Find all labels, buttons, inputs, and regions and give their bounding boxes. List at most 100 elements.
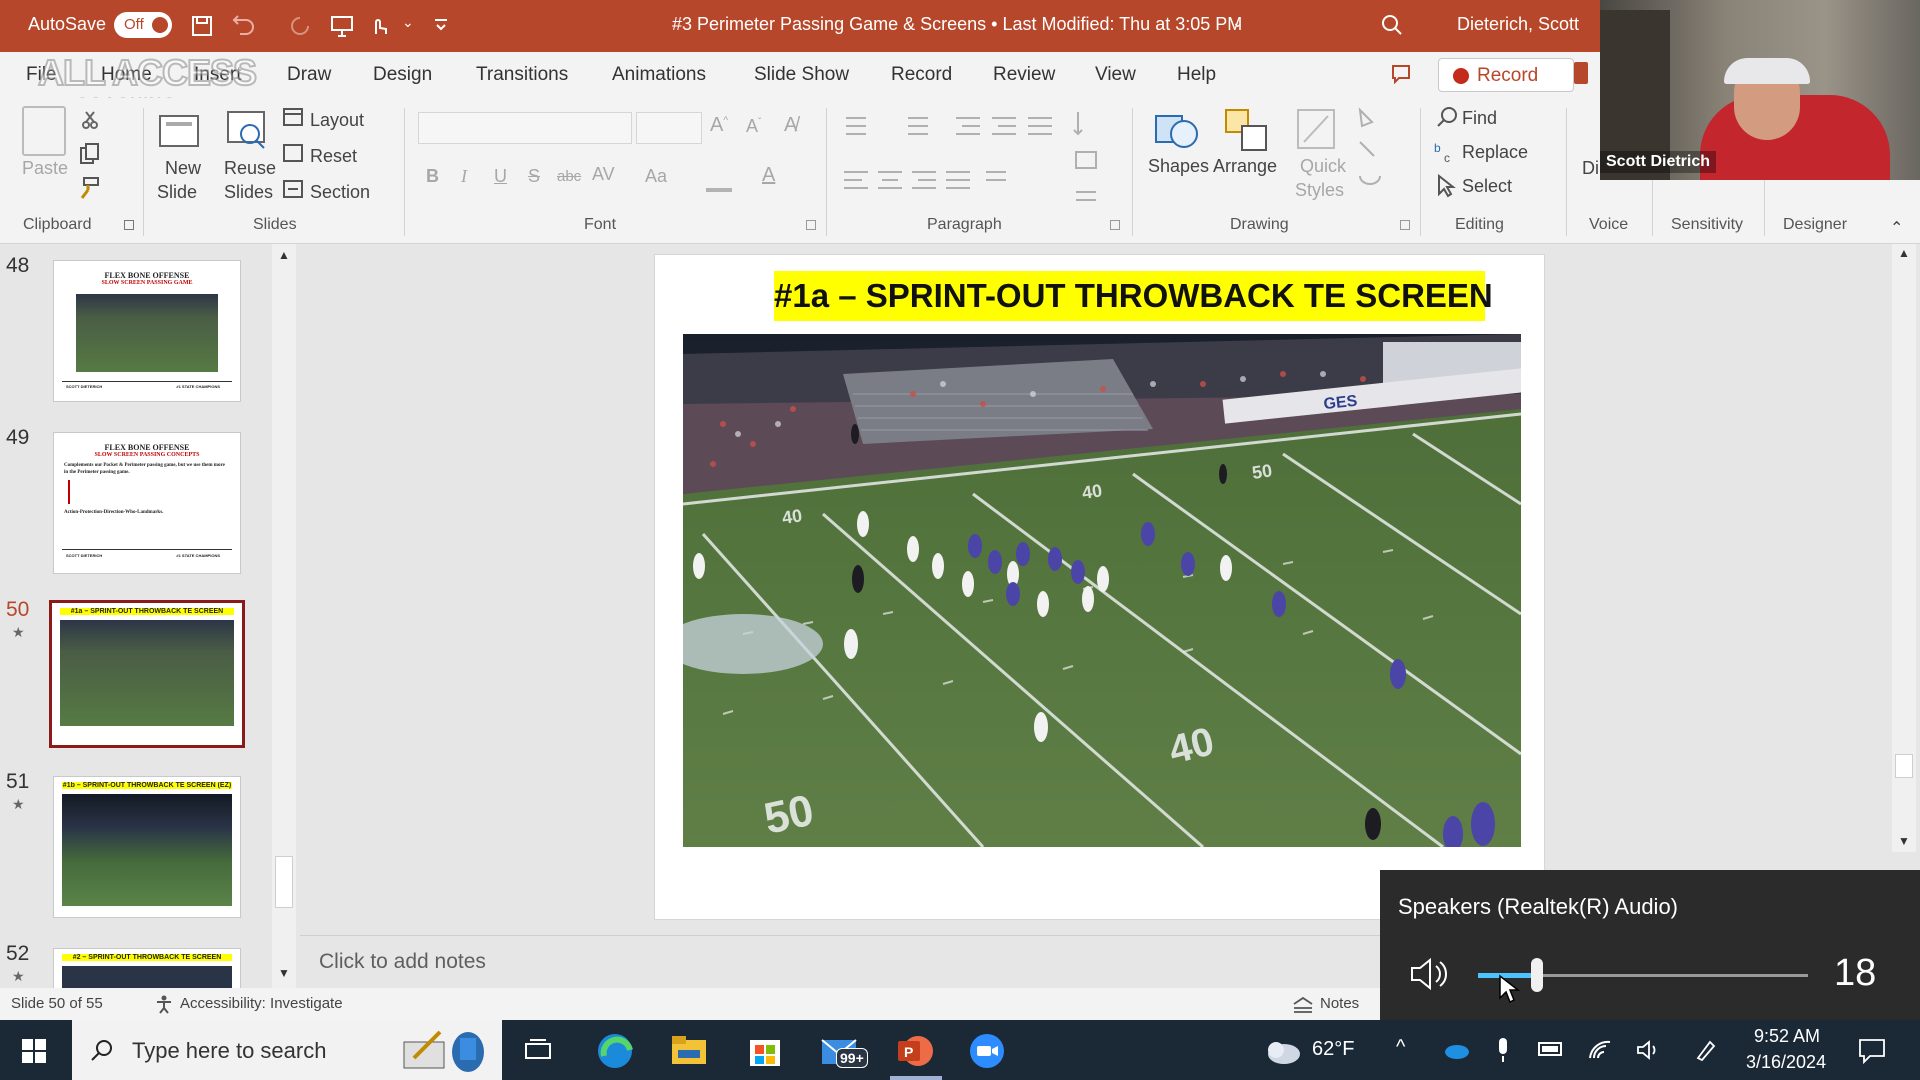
slide-title[interactable]: #1a – SPRINT-OUT THROWBACK TE SCREEN xyxy=(774,271,1493,321)
shape-fill-outline-effects-icon[interactable] xyxy=(1354,104,1394,204)
quick-styles-icon[interactable] xyxy=(1294,106,1340,154)
undo-icon[interactable] xyxy=(232,14,256,38)
accessibility-icon[interactable] xyxy=(154,994,174,1014)
accessibility-status[interactable]: Accessibility: Investigate xyxy=(180,995,343,1012)
reset-icon[interactable] xyxy=(283,144,303,162)
layout-icon[interactable] xyxy=(283,108,303,126)
tab-slide-show[interactable]: Slide Show xyxy=(754,64,849,86)
volume-icon[interactable] xyxy=(1636,1038,1664,1062)
share-icon[interactable] xyxy=(1574,62,1588,84)
file-explorer-icon[interactable] xyxy=(670,1032,708,1070)
font-name-dropdown[interactable] xyxy=(418,112,632,144)
clock-time[interactable]: 9:52 AM xyxy=(1754,1026,1820,1047)
slide-thumbnail-48[interactable]: FLEX BONE OFFENSE SLOW SCREEN PASSING GA… xyxy=(53,260,241,402)
format-painter-icon[interactable] xyxy=(78,176,102,200)
tab-help[interactable]: Help xyxy=(1177,64,1216,86)
change-case-button[interactable]: Aa xyxy=(645,166,667,187)
scroll-up-icon[interactable]: ▲ xyxy=(278,248,290,262)
speaker-icon[interactable] xyxy=(1408,956,1448,992)
paste-button[interactable]: Paste xyxy=(22,158,68,179)
network-icon[interactable] xyxy=(1588,1038,1612,1062)
dialog-launcher-icon[interactable] xyxy=(124,220,134,230)
shapes-button[interactable]: Shapes xyxy=(1148,156,1209,177)
copy-icon[interactable] xyxy=(78,142,102,166)
character-spacing-button[interactable]: AV xyxy=(592,164,615,185)
tab-draw[interactable]: Draw xyxy=(287,64,331,86)
user-name[interactable]: Dieterich, Scott xyxy=(1457,14,1579,35)
notes-placeholder[interactable]: Click to add notes xyxy=(319,950,486,974)
highlight-color-icon[interactable] xyxy=(706,188,732,192)
shapes-icon[interactable] xyxy=(1152,106,1202,154)
redo-icon[interactable] xyxy=(288,14,312,38)
notifications-icon[interactable] xyxy=(1858,1038,1886,1064)
arrange-icon[interactable] xyxy=(1222,106,1272,154)
quick-styles-label-2[interactable]: Styles xyxy=(1295,180,1344,201)
title-chevron-icon[interactable]: ⌄ xyxy=(1232,14,1244,31)
italic-button[interactable]: I xyxy=(461,166,467,187)
font-dialog-launcher-icon[interactable] xyxy=(806,220,816,230)
editor-scroll-thumb[interactable] xyxy=(1895,754,1913,778)
thumbnail-scroll-thumb[interactable] xyxy=(275,856,293,908)
slide-thumbnail-50[interactable]: #1a – SPRINT-OUT THROWBACK TE SCREEN xyxy=(49,600,245,748)
drawing-dialog-launcher-icon[interactable] xyxy=(1400,220,1410,230)
scroll-down-icon[interactable]: ▼ xyxy=(278,966,290,980)
tab-view[interactable]: View xyxy=(1095,64,1136,86)
bold-button[interactable]: B xyxy=(426,166,439,187)
select-cursor-icon[interactable] xyxy=(1436,174,1456,198)
paste-icon[interactable] xyxy=(22,106,66,156)
new-slide-label-2[interactable]: Slide xyxy=(157,182,197,203)
chevron-down-icon[interactable]: ⌄ xyxy=(402,14,414,31)
customize-toolbar-icon[interactable] xyxy=(432,16,450,34)
comments-icon[interactable] xyxy=(1390,63,1412,85)
editor-scrollbar[interactable]: ▲ ▼ xyxy=(1892,244,1916,852)
notes-button[interactable]: Notes xyxy=(1320,995,1359,1012)
autosave-toggle[interactable]: Off xyxy=(114,12,172,38)
microphone-icon[interactable] xyxy=(1494,1036,1512,1064)
editor-scroll-down-icon[interactable]: ▼ xyxy=(1898,834,1910,848)
webcam-video[interactable]: Scott Dietrich xyxy=(1600,0,1920,180)
paragraph-dialog-launcher-icon[interactable] xyxy=(1110,220,1120,230)
touch-mode-icon[interactable] xyxy=(368,14,392,38)
slide-thumbnail-51[interactable]: #1b – SPRINT-OUT THROWBACK TE SCREEN (EZ… xyxy=(53,776,241,918)
save-icon[interactable] xyxy=(190,14,214,38)
audio-device-name[interactable]: Speakers (Realtek(R) Audio) xyxy=(1398,894,1678,920)
section-icon[interactable] xyxy=(283,180,303,198)
quick-styles-label-1[interactable]: Quick xyxy=(1300,156,1346,177)
strikethrough-button[interactable]: S xyxy=(528,166,540,187)
replace-button[interactable]: Replace xyxy=(1462,142,1528,163)
tab-record[interactable]: Record xyxy=(891,64,952,86)
reset-button[interactable]: Reset xyxy=(310,146,357,167)
weather-cloud-icon[interactable] xyxy=(1262,1036,1302,1066)
layout-button[interactable]: Layout xyxy=(310,110,364,131)
clock-date[interactable]: 3/16/2024 xyxy=(1746,1052,1826,1073)
onedrive-icon[interactable] xyxy=(1442,1040,1470,1060)
select-button[interactable]: Select xyxy=(1462,176,1512,197)
volume-slider-thumb[interactable] xyxy=(1531,958,1544,992)
tab-design[interactable]: Design xyxy=(373,64,432,86)
weather-temperature[interactable]: 62°F xyxy=(1312,1038,1354,1061)
shrink-font-icon[interactable]: Aˇ xyxy=(746,116,761,137)
text-direction-icon[interactable] xyxy=(1072,108,1116,218)
record-button[interactable]: Record xyxy=(1438,58,1574,92)
reuse-slides-label-1[interactable]: Reuse xyxy=(224,158,276,179)
tab-animations[interactable]: Animations xyxy=(612,64,706,86)
arrange-button[interactable]: Arrange xyxy=(1213,156,1277,177)
reuse-slides-icon[interactable] xyxy=(224,108,270,154)
powerpoint-icon[interactable]: P xyxy=(896,1032,934,1070)
tab-transitions[interactable]: Transitions xyxy=(476,64,568,86)
replace-icon[interactable]: bc xyxy=(1434,140,1458,164)
slide-thumbnail-49[interactable]: FLEX BONE OFFENSE SLOW SCREEN PASSING CO… xyxy=(53,432,241,574)
slide-thumbnail-52[interactable]: #2 – SPRINT-OUT THROWBACK TE SCREEN xyxy=(53,948,241,988)
reuse-slides-label-2[interactable]: Slides xyxy=(224,182,273,203)
font-color-icon[interactable]: A xyxy=(762,164,775,187)
editor-scroll-up-icon[interactable]: ▲ xyxy=(1898,246,1910,260)
zoom-icon[interactable] xyxy=(968,1032,1006,1070)
grow-font-icon[interactable]: A^ xyxy=(710,114,728,137)
shadow-button[interactable]: abc xyxy=(557,168,581,185)
notes-icon[interactable] xyxy=(1292,996,1314,1014)
pen-icon[interactable] xyxy=(1694,1038,1718,1062)
taskbar-search-box[interactable]: Type here to search xyxy=(72,1020,502,1080)
windows-start-icon[interactable] xyxy=(22,1039,46,1063)
section-button[interactable]: Section xyxy=(310,182,370,203)
task-view-icon[interactable] xyxy=(524,1038,552,1064)
